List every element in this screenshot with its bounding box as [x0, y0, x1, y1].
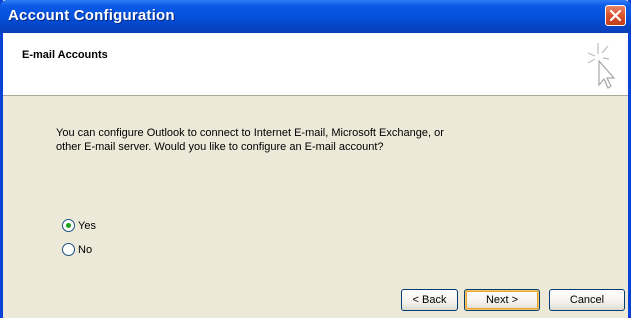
yes-radio-label[interactable]: Yes — [78, 220, 96, 232]
close-icon — [610, 10, 621, 21]
no-radio-button[interactable] — [62, 243, 75, 256]
description-text: You can configure Outlook to connect to … — [56, 126, 576, 154]
description-line-1: You can configure Outlook to connect to … — [56, 127, 444, 139]
yes-radio-option[interactable]: Yes — [62, 219, 96, 232]
next-button[interactable]: Next > — [464, 289, 540, 311]
page-title: E-mail Accounts — [22, 49, 108, 61]
title-bar[interactable]: Account Configuration — [0, 0, 631, 33]
no-radio-option[interactable]: No — [62, 243, 92, 256]
window-title: Account Configuration — [8, 7, 175, 24]
description-line-2: other E-mail server. Would you like to c… — [56, 141, 384, 153]
yes-radio-button[interactable] — [62, 219, 75, 232]
cancel-button[interactable]: Cancel — [549, 289, 625, 311]
account-configuration-window: Account Configuration E-mail Accounts Yo… — [0, 0, 631, 318]
radio-selected-dot — [66, 223, 71, 228]
no-radio-label[interactable]: No — [78, 244, 92, 256]
wizard-header: E-mail Accounts — [3, 33, 628, 96]
close-button[interactable] — [605, 5, 626, 26]
back-button[interactable]: < Back — [401, 289, 458, 311]
wizard-sparkle-cursor-icon — [587, 43, 616, 89]
